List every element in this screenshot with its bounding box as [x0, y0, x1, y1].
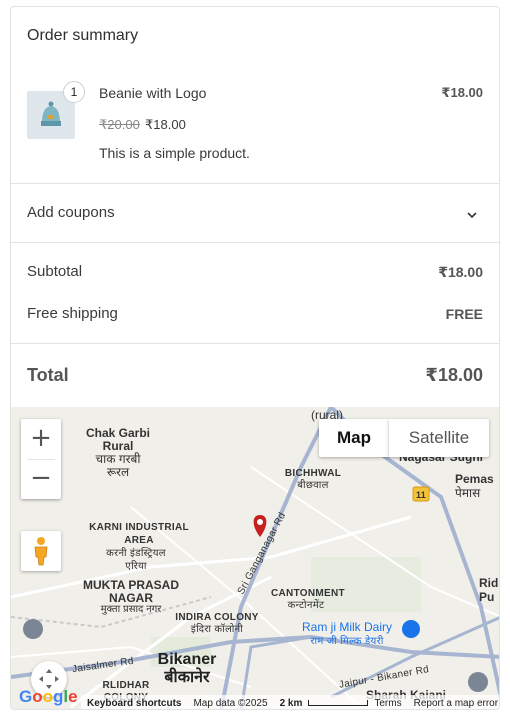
total-label: Total	[27, 365, 69, 385]
product-line-price: ₹18.00	[441, 85, 483, 100]
map-label-ramji[interactable]: Ram ji Milk Dairy	[287, 621, 407, 634]
map-attribution-bar: Keyboard shortcuts Map data ©2025 2 km T…	[81, 695, 499, 709]
map-label-karni: KARNI INDUSTRIAL AREA	[89, 522, 189, 546]
map-label-indira-hi: इंदिरा कॉलोनी	[190, 624, 244, 635]
map-label-chak-garbi-hi: चाक गरबी रूरल	[95, 452, 141, 479]
coupons-toggle[interactable]: Add coupons	[11, 184, 499, 243]
product-name: Beanie with Logo	[99, 85, 207, 101]
product-sale-price: ₹18.00	[145, 117, 186, 132]
pegman-icon	[34, 537, 48, 566]
map-label-bichhwal-hi: बीछवाल	[297, 480, 329, 491]
zoom-in-button[interactable]: +	[21, 419, 61, 459]
map-scale-bar	[308, 700, 369, 706]
highway-11-shield: 11	[415, 490, 427, 500]
map-label-mukta-hi: मुक्ता प्रसाद नगर	[100, 604, 162, 615]
order-summary-title: Order summary	[27, 27, 139, 44]
report-map-error-link[interactable]: Report a map error	[408, 698, 499, 709]
chevron-down-icon	[467, 212, 477, 219]
map-label-pemas: Pemas	[455, 472, 494, 486]
keyboard-shortcuts-link[interactable]: Keyboard shortcuts	[81, 698, 187, 709]
totals-section: Subtotal ₹18.00 Free shipping FREE	[11, 243, 499, 344]
shipping-label: Free shipping	[27, 305, 118, 322]
map-label-pemas-hi: पेमास	[455, 486, 481, 500]
terms-link[interactable]: Terms	[368, 698, 407, 709]
shipping-value: FREE	[445, 306, 483, 322]
map-label-chak-garbi: Chak Garbi Rural	[85, 426, 151, 453]
subtotal-label: Subtotal	[27, 263, 83, 280]
pickup-map[interactable]: Chak Garbi Rural चाक गरबी रूरल KARNI IND…	[11, 407, 499, 709]
order-summary-section: Order summary 1 Beanie with Logo ₹18.00 …	[11, 7, 499, 184]
map-type-satellite-button[interactable]: Satellite	[389, 419, 489, 457]
street-view-pegman[interactable]	[21, 531, 61, 571]
map-type-map-button[interactable]: Map	[319, 419, 389, 457]
map-data-credit: Map data ©2025	[193, 697, 268, 709]
map-label-ramji-hi: राम जी मिल्क डेयरी	[310, 636, 384, 647]
add-coupons-label: Add coupons	[27, 204, 115, 221]
checkout-order-summary: Order summary 1 Beanie with Logo ₹18.00 …	[10, 6, 500, 710]
google-logo: Google	[19, 687, 78, 706]
map-scale-label[interactable]: 2 km	[274, 698, 309, 709]
product-description: This is a simple product.	[99, 145, 250, 161]
map-label-rid: Rid	[479, 576, 499, 590]
map-label-karni-hi: करनी इंडस्ट्रियल एरिया	[106, 548, 166, 572]
map-label-bikaner: Bikaner	[157, 651, 217, 668]
total-value: ₹18.00	[425, 365, 483, 385]
map-label-cantonment-hi: कन्टोनमेंट	[287, 600, 325, 611]
zoom-controls: + −	[21, 419, 61, 499]
product-regular-price: ₹20.00	[99, 117, 140, 132]
zoom-out-button[interactable]: −	[21, 459, 61, 499]
subtotal-value: ₹18.00	[438, 264, 483, 280]
map-label-mukta: MUKTA PRASAD NAGAR	[83, 578, 179, 605]
map-label-pu: Pu	[479, 590, 495, 604]
quantity-badge: 1	[63, 81, 85, 103]
